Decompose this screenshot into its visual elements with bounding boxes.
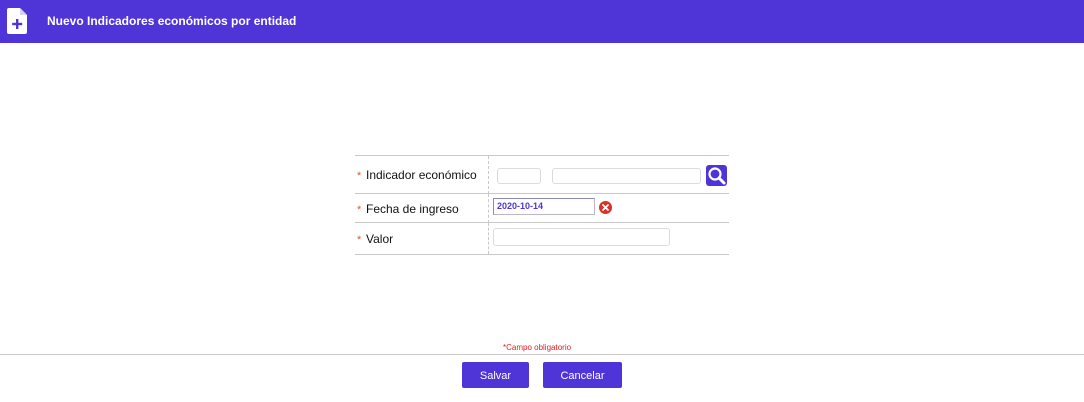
file-plus-icon <box>7 8 27 34</box>
clear-date-button[interactable] <box>599 201 612 214</box>
indicador-code-input[interactable] <box>497 168 541 184</box>
fecha-label: Fecha de ingreso <box>366 202 459 216</box>
valor-label: Valor <box>366 232 394 246</box>
required-marker: * <box>357 234 362 246</box>
form-row-valor: * Valor <box>355 222 729 255</box>
label-cell: * Indicador económico <box>355 156 489 194</box>
form-row-indicador: * Indicador económico <box>355 155 729 194</box>
indicador-label: Indicador económico <box>366 168 477 182</box>
required-marker: * <box>357 204 362 216</box>
label-cell: * Valor <box>355 223 489 254</box>
valor-input[interactable] <box>493 228 670 246</box>
header-bar: Nuevo Indicadores económicos por entidad <box>0 0 1084 43</box>
form-row-fecha: * Fecha de ingreso 2020-10-14 <box>355 193 729 223</box>
page-title: Nuevo Indicadores económicos por entidad <box>47 14 297 28</box>
indicador-name-input[interactable] <box>552 168 701 184</box>
required-note: *Campo obligatorio <box>503 343 572 352</box>
form-table: * Indicador económico * Fecha de ingreso… <box>355 155 729 255</box>
clear-icon <box>602 204 609 211</box>
required-marker: * <box>357 170 362 182</box>
cancel-button[interactable]: Cancelar <box>543 362 622 388</box>
search-icon <box>708 167 726 185</box>
search-button[interactable] <box>706 165 727 186</box>
save-button[interactable]: Salvar <box>462 362 529 388</box>
fecha-input[interactable]: 2020-10-14 <box>493 198 595 215</box>
footer-divider <box>0 354 1084 355</box>
label-cell: * Fecha de ingreso <box>355 194 489 223</box>
